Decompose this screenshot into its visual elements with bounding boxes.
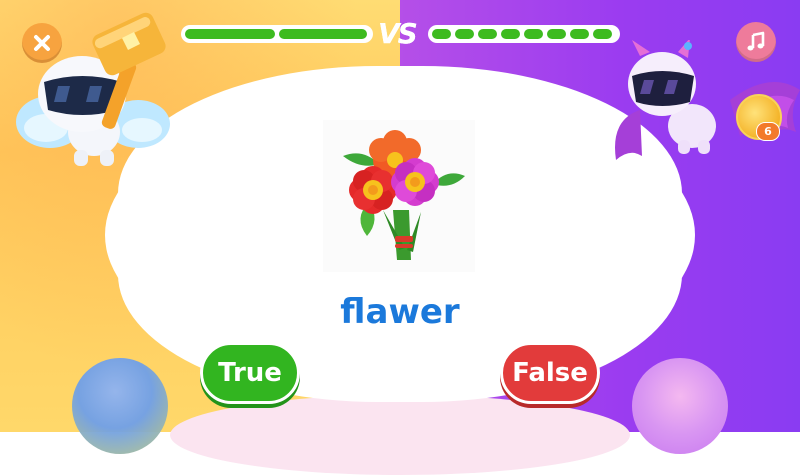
flower-bouquet-icon: [343, 130, 465, 260]
question-image-flower: [323, 120, 475, 272]
left-decor-orb: [72, 358, 168, 454]
stage-floor: [170, 395, 630, 475]
player-health-bar: [181, 25, 373, 43]
vs-label: VS: [378, 17, 418, 50]
health-segment: [455, 29, 474, 39]
health-segment: [570, 29, 589, 39]
health-segment: [432, 29, 451, 39]
player-robot-avatar: [16, 12, 170, 166]
coin-count-badge: 6: [756, 122, 780, 141]
true-button[interactable]: True: [200, 342, 300, 404]
health-segment: [279, 29, 367, 39]
opponent-health-bar: [428, 25, 620, 43]
health-segment: [524, 29, 543, 39]
right-decor-orb: [632, 358, 728, 454]
health-segment: [547, 29, 566, 39]
health-segment: [501, 29, 520, 39]
health-segment: [478, 29, 497, 39]
health-segment: [593, 29, 612, 39]
false-button[interactable]: False: [500, 342, 600, 404]
health-segment: [185, 29, 275, 39]
question-word: flawer: [340, 292, 460, 332]
